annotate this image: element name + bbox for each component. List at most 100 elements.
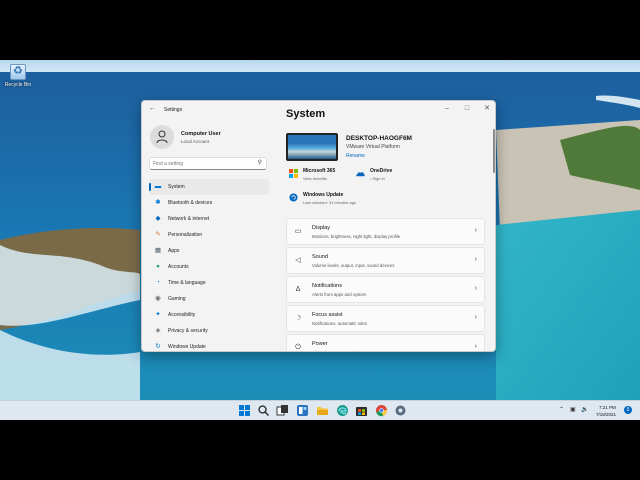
power-icon: ⏻: [295, 344, 301, 351]
microsoft-365-subtitle: View benefits: [303, 176, 327, 181]
sidebar-item-label: Apps: [168, 248, 180, 254]
sidebar-item-label: Gaming: [168, 296, 186, 302]
maximize-button[interactable]: □: [460, 104, 474, 114]
microsoft-365-title: Microsoft 365: [303, 168, 336, 174]
sidebar-item-label: Bluetooth & devices: [168, 200, 213, 206]
paintbrush-icon: ✎: [155, 231, 161, 238]
edge-icon[interactable]: [336, 404, 349, 417]
sidebar-item-accessibility[interactable]: ✦ Accessibility: [149, 307, 269, 323]
person-icon: [156, 130, 168, 144]
card-subtitle: Sleep, battery usage, battery saver: [312, 350, 379, 351]
sidebar-item-label: Privacy & security: [168, 328, 208, 334]
update-icon: ↻: [155, 343, 161, 350]
search-icon[interactable]: [257, 404, 270, 417]
settings-card-sound[interactable]: ◁ Sound Volume levels, output, input, soun…: [286, 247, 485, 274]
card-title: Power: [312, 341, 328, 347]
rename-link[interactable]: Rename: [346, 153, 365, 159]
store-icon[interactable]: [355, 404, 368, 417]
card-subtitle: Monitors, brightness, night light, displ…: [312, 234, 401, 239]
recycle-bin-icon: [10, 64, 26, 80]
sidebar-item-bluetooth-devices[interactable]: ✱ Bluetooth & devices: [149, 195, 269, 211]
microsoft-logo-icon: [289, 169, 298, 178]
chrome-icon[interactable]: [375, 404, 388, 417]
wifi-icon: ◆: [155, 215, 161, 222]
user-name: Computer User: [181, 131, 221, 137]
chevron-right-icon: ›: [474, 256, 477, 263]
volume-icon[interactable]: 🔈: [581, 406, 588, 413]
device-name: DESKTOP-HAOGF6M: [346, 135, 412, 142]
card-title: Sound: [312, 254, 328, 260]
sidebar-item-system[interactable]: ▬ System: [149, 179, 269, 195]
shield-icon: ◈: [155, 327, 161, 334]
sidebar-item-privacy-security[interactable]: ◈ Privacy & security: [149, 323, 269, 339]
sidebar-item-label: System: [168, 184, 185, 190]
sidebar-nav: ▬ System ✱ Bluetooth & devices ◆ Network & in…: [149, 179, 269, 351]
network-icon[interactable]: ▣: [570, 406, 576, 413]
bluetooth-icon: ✱: [155, 199, 161, 206]
settings-card-display[interactable]: ▭ Display Monitors, brightness, night ligh…: [286, 218, 485, 245]
chevron-right-icon: ›: [474, 285, 477, 292]
minimize-button[interactable]: –: [440, 104, 454, 114]
moon-icon: ☽: [294, 315, 302, 322]
windows-update-title: Windows Update: [303, 192, 344, 198]
chevron-up-icon[interactable]: ⌃: [559, 406, 564, 413]
display-icon: ▭: [294, 228, 302, 235]
monitor-icon: ▬: [154, 183, 162, 190]
sidebar-item-accounts[interactable]: ● Accounts: [149, 259, 269, 275]
settings-icon[interactable]: [394, 404, 407, 417]
back-arrow-icon[interactable]: ←: [149, 105, 156, 112]
avatar: [150, 125, 174, 149]
card-title: Focus assist: [312, 312, 343, 318]
settings-card-power[interactable]: ⏻ Power Sleep, battery usage, battery save…: [286, 334, 485, 351]
card-subtitle: Volume levels, output, input, sound devi…: [312, 263, 395, 268]
sidebar-item-label: Personalization: [168, 232, 203, 238]
clock-time[interactable]: 7:21 PM: [599, 405, 616, 410]
taskbar: ⌃ ▣ 🔈 7:21 PM 7/18/2021 5: [0, 400, 640, 420]
sidebar-item-personalization[interactable]: ✎ Personalization: [149, 227, 269, 243]
onedrive-title: OneDrive: [370, 168, 393, 174]
sidebar-item-label: Windows Update: [168, 344, 206, 350]
settings-cards: ▭ Display Monitors, brightness, night ligh…: [286, 218, 485, 351]
person-icon: ●: [156, 263, 160, 270]
chevron-right-icon: ›: [474, 227, 477, 234]
sidebar-item-label: Accounts: [168, 264, 189, 270]
notification-badge[interactable]: 5: [624, 406, 632, 414]
windows-update-subtitle: Last checked: 31 minutes ago: [303, 200, 357, 205]
clock-date[interactable]: 7/18/2021: [596, 412, 616, 417]
sidebar-item-time-language[interactable]: ◔ Time & language: [149, 275, 269, 291]
recycle-bin-label: Recycle Bin: [4, 82, 32, 88]
sidebar-item-network-internet[interactable]: ◆ Network & internet: [149, 211, 269, 227]
sidebar-item-apps[interactable]: ▦ Apps: [149, 243, 269, 259]
card-subtitle: Notifications, automatic rules: [312, 321, 367, 326]
sidebar-item-label: Network & internet: [168, 216, 210, 222]
device-model: VMware Virtual Platform: [346, 144, 400, 150]
settings-window: ← Settings – □ ✕ Computer User Local Acc…: [141, 100, 496, 352]
chevron-right-icon: ›: [474, 343, 477, 350]
desktop: Recycle Bin ← Settings – □ ✕ Computer Us…: [0, 60, 640, 420]
widgets-icon[interactable]: [296, 404, 309, 417]
file-explorer-icon[interactable]: [316, 404, 329, 417]
account-type: Local Account: [181, 139, 210, 144]
settings-search[interactable]: ⚲: [149, 157, 267, 170]
start-icon[interactable]: [238, 404, 251, 417]
settings-card-focus-assist[interactable]: ☽ Focus assist Notifications, automatic ru…: [286, 305, 485, 332]
recycle-bin[interactable]: Recycle Bin: [2, 64, 34, 88]
settings-card-notifications[interactable]: Δ Notifications Alerts from apps and syste…: [286, 276, 485, 303]
apps-icon: ▦: [154, 247, 162, 254]
bell-icon: Δ: [295, 286, 301, 293]
onedrive-subtitle: • Sign in: [370, 176, 385, 181]
game-controller-icon: ◉: [155, 295, 161, 302]
close-button[interactable]: ✕: [480, 104, 494, 114]
task-view-icon[interactable]: [276, 404, 289, 417]
card-title: Display: [312, 225, 331, 231]
globe-clock-icon: ◔: [156, 279, 160, 286]
sidebar-item-windows-update[interactable]: ↻ Windows Update: [149, 339, 269, 351]
search-icon: ⚲: [257, 160, 262, 166]
sidebar-item-gaming[interactable]: ◉ Gaming: [149, 291, 269, 307]
card-subtitle: Alerts from apps and system: [312, 292, 367, 297]
search-input[interactable]: [153, 160, 253, 168]
speaker-icon: ◁: [295, 257, 301, 264]
onedrive-cloud-icon: [356, 172, 365, 177]
scrollbar[interactable]: [493, 129, 495, 173]
update-icon: [289, 193, 298, 202]
